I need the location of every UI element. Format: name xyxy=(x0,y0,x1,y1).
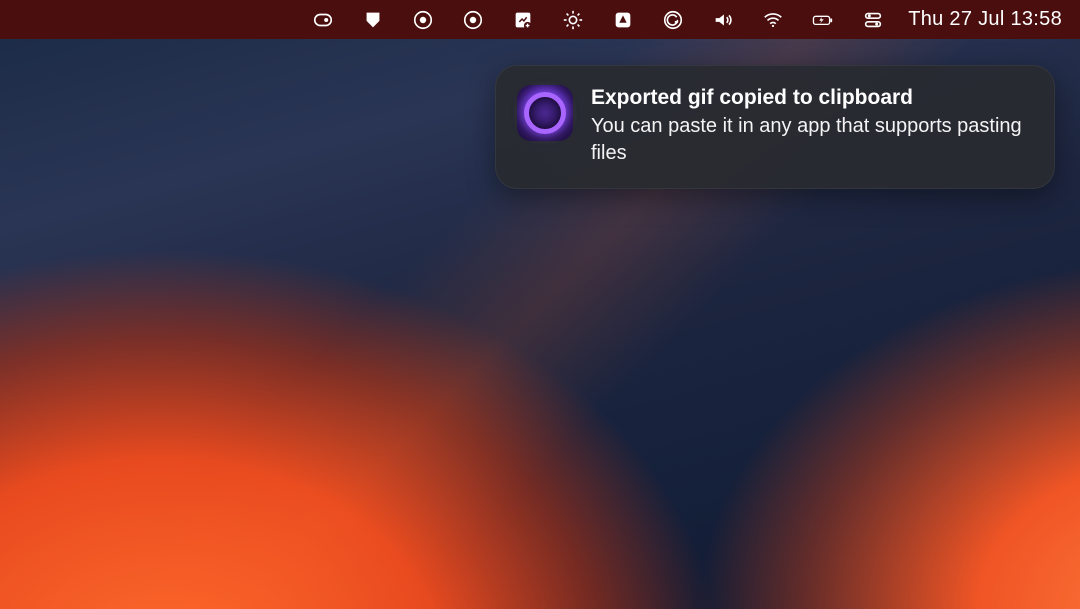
notification-content: Exported gif copied to clipboard You can… xyxy=(591,85,1031,167)
menubar: Thu 27 Jul 13:58 xyxy=(0,0,1080,39)
notification-title: Exported gif copied to clipboard xyxy=(591,85,1031,111)
drive-icon[interactable] xyxy=(598,0,648,39)
camera-switch-icon[interactable] xyxy=(298,0,348,39)
notification-banner[interactable]: Exported gif copied to clipboard You can… xyxy=(495,65,1055,189)
notification-app-icon xyxy=(517,85,573,141)
record-filled-icon[interactable] xyxy=(448,0,498,39)
screenshot-tool-icon[interactable] xyxy=(498,0,548,39)
record-outline-icon[interactable] xyxy=(398,0,448,39)
wifi-icon[interactable] xyxy=(748,0,798,39)
notification-body: You can paste it in any app that support… xyxy=(591,113,1031,167)
battery-charging-icon[interactable] xyxy=(798,0,848,39)
menubar-clock[interactable]: Thu 27 Jul 13:58 xyxy=(898,8,1062,31)
grammarly-icon[interactable] xyxy=(648,0,698,39)
control-center-icon[interactable] xyxy=(848,0,898,39)
volume-icon[interactable] xyxy=(698,0,748,39)
brightness-icon[interactable] xyxy=(548,0,598,39)
shield-icon[interactable] xyxy=(348,0,398,39)
